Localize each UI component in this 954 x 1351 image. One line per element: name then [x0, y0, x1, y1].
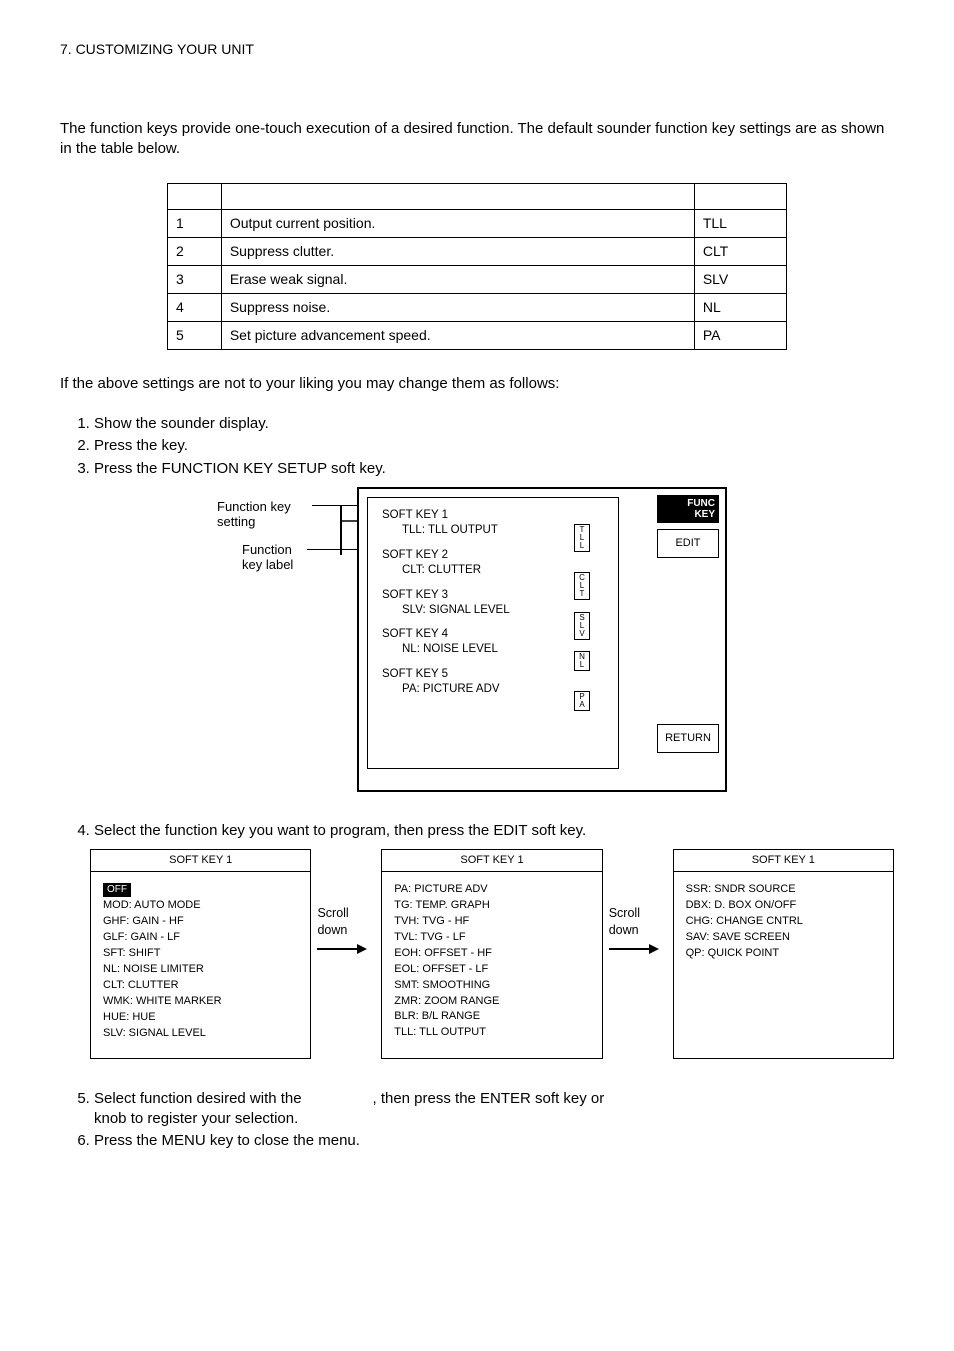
table-row: 4Suppress noise.NL [168, 294, 787, 322]
steps-list-continued: Select the function key you want to prog… [60, 821, 894, 841]
list-item: CHG: CHANGE CNTRL [686, 915, 803, 927]
step-item: Press the key. [94, 436, 894, 456]
return-softkey: RETURN [657, 724, 719, 753]
function-key-diagram: Function key setting Function key label … [227, 487, 727, 797]
screen-outer: SOFT KEY 1 TLL: TLL OUTPUT TLL SOFT KEY … [357, 487, 727, 792]
list-item: TVL: TVG - LF [394, 931, 465, 943]
list-item: SAV: SAVE SCREEN [686, 931, 790, 943]
panel-title: SOFT KEY 1 [674, 850, 893, 872]
step-item: Press the MENU key to close the menu. [94, 1131, 894, 1151]
screen-inner: SOFT KEY 1 TLL: TLL OUTPUT TLL SOFT KEY … [367, 497, 619, 769]
scroll-panels-diagram: SOFT KEY 1 OFF MOD: AUTO MODE GHF: GAIN … [90, 849, 894, 1059]
table-row: 2Suppress clutter.CLT [168, 238, 787, 266]
arrow-right-icon [609, 943, 667, 955]
list-item: QP: QUICK POINT [686, 947, 780, 959]
list-item: ZMR: ZOOM RANGE [394, 995, 499, 1007]
softkey5-label: SOFT KEY 5 [382, 667, 608, 682]
list-item: CLT: CLUTTER [103, 979, 179, 991]
list-item: NL: NOISE LIMITER [103, 963, 204, 975]
panel-2: SOFT KEY 1 PA: PICTURE ADV TG: TEMP. GRA… [381, 849, 602, 1059]
table-row: 5Set picture advancement speed.PA [168, 321, 787, 349]
list-item: SMT: SMOOTHING [394, 979, 490, 991]
step-item: Select the function key you want to prog… [94, 821, 894, 841]
list-item: EOL: OFFSET - LF [394, 963, 488, 975]
list-item: GHF: GAIN - HF [103, 915, 184, 927]
panel-1: SOFT KEY 1 OFF MOD: AUTO MODE GHF: GAIN … [90, 849, 311, 1059]
default-functions-table: 1Output current position.TLL 2Suppress c… [167, 183, 787, 349]
scroll-label-2: Scrolldown [609, 849, 667, 955]
softkey4-label: SOFT KEY 4 [382, 627, 608, 642]
list-item: TLL: TLL OUTPUT [394, 1026, 486, 1038]
panel-title: SOFT KEY 1 [91, 850, 310, 872]
list-item: HUE: HUE [103, 1011, 156, 1023]
label-function-key-setting: Function key setting [217, 499, 291, 530]
list-item: SFT: SHIFT [103, 947, 160, 959]
list-item: DBX: D. BOX ON/OFF [686, 899, 797, 911]
steps-list: Show the sounder display. Press the key.… [60, 414, 894, 479]
list-item: EOH: OFFSET - HF [394, 947, 492, 959]
list-item: MOD: AUTO MODE [103, 899, 201, 911]
page-header: 7. CUSTOMIZING YOUR UNIT [60, 40, 894, 59]
step-item: Press the FUNCTION KEY SETUP soft key. [94, 459, 894, 479]
scroll-label-1: Scrolldown [317, 849, 375, 955]
list-item: GLF: GAIN - LF [103, 931, 180, 943]
softkey3-label: SOFT KEY 3 [382, 588, 608, 603]
arrow-right-icon [317, 943, 375, 955]
between-paragraph: If the above settings are not to your li… [60, 374, 894, 394]
off-item: OFF [103, 883, 131, 898]
list-item: SSR: SNDR SOURCE [686, 883, 796, 895]
step-item: Select function desired with the , then … [94, 1089, 894, 1130]
list-item: SLV: SIGNAL LEVEL [103, 1027, 206, 1039]
table-row: 3Erase weak signal.SLV [168, 266, 787, 294]
table-row: 1Output current position.TLL [168, 210, 787, 238]
list-item: TVH: TVG - HF [394, 915, 469, 927]
softkey1-label: SOFT KEY 1 [382, 508, 608, 523]
list-item: WMK: WHITE MARKER [103, 995, 222, 1007]
sidebar-header: FUNCKEY [657, 495, 719, 523]
list-item: TG: TEMP. GRAPH [394, 899, 490, 911]
list-item: BLR: B/L RANGE [394, 1010, 480, 1022]
label-function-key-label: Function key label [242, 542, 293, 573]
softkey2-label: SOFT KEY 2 [382, 548, 608, 563]
steps-list-final: Select function desired with the , then … [60, 1089, 894, 1152]
mini-pa: PA [574, 691, 590, 711]
step-item: Show the sounder display. [94, 414, 894, 434]
panel-3: SOFT KEY 1 SSR: SNDR SOURCE DBX: D. BOX … [673, 849, 894, 1059]
screen-sidebar: FUNCKEY EDIT RETURN [657, 495, 719, 784]
edit-softkey: EDIT [657, 529, 719, 558]
list-item: PA: PICTURE ADV [394, 883, 487, 895]
panel-title: SOFT KEY 1 [382, 850, 601, 872]
intro-paragraph: The function keys provide one-touch exec… [60, 119, 894, 160]
